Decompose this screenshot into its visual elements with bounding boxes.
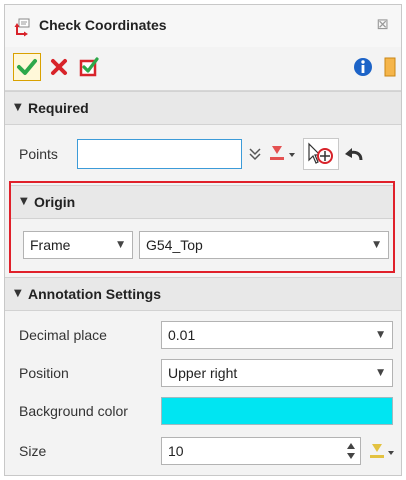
window-title: Check Coordinates xyxy=(39,17,167,33)
size-pick-dropdown[interactable] xyxy=(367,439,397,465)
origin-frame-select[interactable]: G54_Top ▼ xyxy=(139,231,389,259)
origin-header-label: Origin xyxy=(34,194,76,210)
size-pick-icon xyxy=(370,444,394,458)
x-icon xyxy=(51,59,67,75)
chevron-down-icon: ▼ xyxy=(377,330,384,340)
chevron-down-icon: ▼ xyxy=(117,240,124,250)
origin-type-value: Frame xyxy=(30,237,71,253)
background-color-label: Background color xyxy=(19,403,128,419)
apply-button[interactable] xyxy=(75,53,103,81)
title-bar: Check Coordinates ⊠ xyxy=(5,5,401,47)
points-label: Points xyxy=(19,146,58,162)
size-stepper[interactable]: 10 xyxy=(161,437,361,465)
points-input[interactable] xyxy=(77,139,242,169)
undo-button[interactable] xyxy=(341,141,367,167)
apply-check-icon xyxy=(79,57,99,77)
pick-point-icon xyxy=(270,146,295,160)
position-label: Position xyxy=(19,365,69,381)
collapse-arrow-icon: ▼ xyxy=(14,102,22,113)
ok-button[interactable] xyxy=(13,53,41,81)
annotation-section-header[interactable]: ▼ Annotation Settings xyxy=(5,277,401,311)
spin-arrows-icon[interactable] xyxy=(346,441,356,461)
cancel-button[interactable] xyxy=(45,53,73,81)
chevron-down-icon: ▼ xyxy=(377,368,384,378)
info-button[interactable] xyxy=(349,53,377,81)
required-section-header[interactable]: ▼ Required xyxy=(5,91,401,125)
pick-point-dropdown[interactable] xyxy=(267,141,297,167)
origin-section-header[interactable]: ▼ Origin xyxy=(11,185,393,219)
collapse-arrow-icon: ▼ xyxy=(14,288,22,299)
coordinate-frame-icon xyxy=(14,18,30,37)
expand-button[interactable] xyxy=(245,142,265,166)
filter-select-button[interactable] xyxy=(303,138,339,170)
double-chevron-icon xyxy=(249,148,261,161)
decimal-place-select[interactable]: 0.01 ▼ xyxy=(161,321,393,349)
background-color-swatch[interactable] xyxy=(161,397,393,425)
overflow-icon xyxy=(384,57,396,77)
checkmark-icon xyxy=(17,59,37,75)
required-header-label: Required xyxy=(28,100,89,116)
undo-icon xyxy=(345,148,363,161)
position-value: Upper right xyxy=(168,365,238,381)
check-coordinates-panel: Check Coordinates ⊠ ▼ Required Points ▼ … xyxy=(4,4,402,476)
decimal-place-label: Decimal place xyxy=(19,327,107,343)
origin-frame-value: G54_Top xyxy=(146,237,203,253)
origin-type-select[interactable]: Frame ▼ xyxy=(23,231,133,259)
size-label: Size xyxy=(19,443,47,459)
action-toolbar xyxy=(5,47,401,91)
filter-select-icon xyxy=(308,142,333,164)
collapse-arrow-icon: ▼ xyxy=(20,196,28,207)
close-icon[interactable]: ⊠ xyxy=(376,15,389,33)
info-icon xyxy=(354,58,372,76)
decimal-place-value: 0.01 xyxy=(168,327,196,343)
size-value: 10 xyxy=(168,443,184,459)
more-button[interactable] xyxy=(383,53,401,81)
annotation-header-label: Annotation Settings xyxy=(28,286,161,302)
position-select[interactable]: Upper right ▼ xyxy=(161,359,393,387)
chevron-down-icon: ▼ xyxy=(373,240,380,250)
